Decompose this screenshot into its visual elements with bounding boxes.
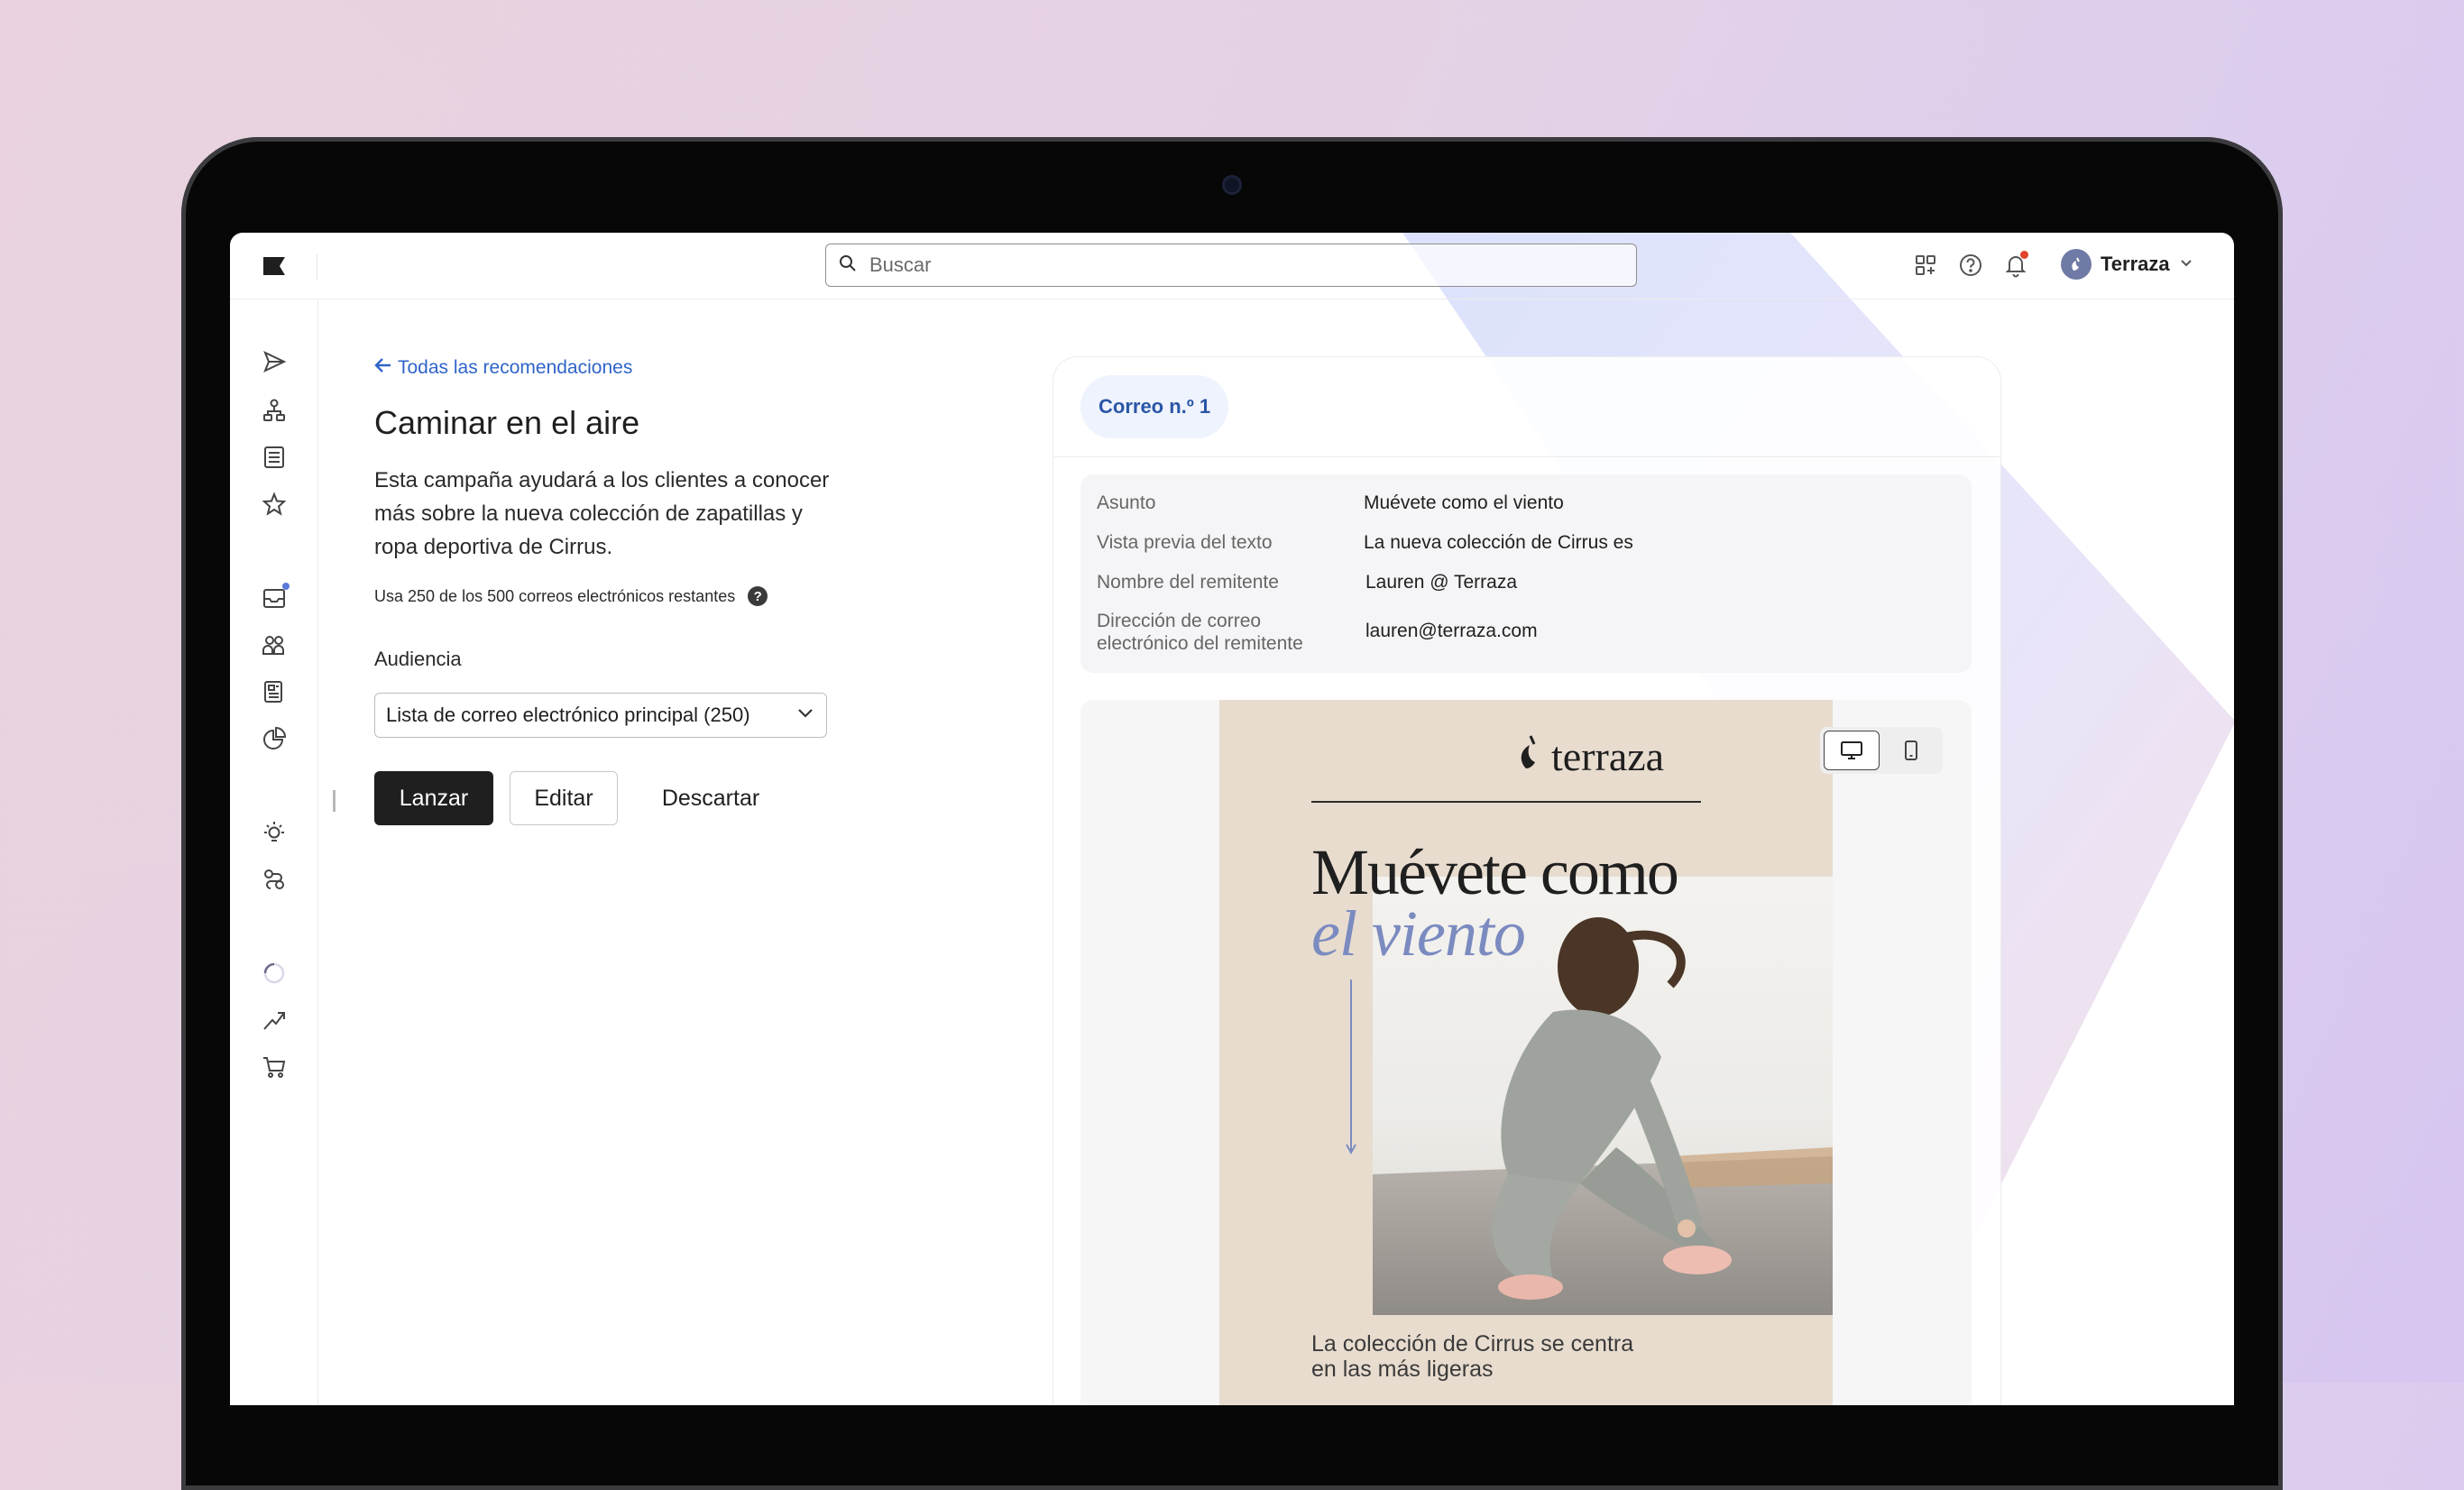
top-actions xyxy=(1911,251,2030,280)
launch-button[interactable]: Lanzar xyxy=(374,771,493,825)
arrow-left-icon xyxy=(374,357,392,379)
mobile-icon xyxy=(1905,740,1917,760)
audience-label: Audiencia xyxy=(374,648,462,670)
headline-line-2: el viento xyxy=(1311,897,1526,970)
chevron-down-icon xyxy=(2179,255,2193,274)
detail-value-preview: La nueva colección de Cirrus es xyxy=(1364,532,1633,553)
chevron-down-icon xyxy=(795,703,815,728)
top-bar: Terraza xyxy=(230,233,2234,299)
detail-label-sender-email: Dirección de correo electrónico del remi… xyxy=(1097,611,1303,654)
org-chart-icon[interactable] xyxy=(259,395,290,426)
notification-dot xyxy=(2020,251,2028,259)
cart-icon[interactable] xyxy=(259,1052,290,1082)
device-toggle xyxy=(1820,727,1943,774)
notification-dot xyxy=(282,583,290,590)
list-icon[interactable] xyxy=(259,442,290,473)
divider xyxy=(1053,456,2000,457)
detail-label-subject: Asunto xyxy=(1097,492,1156,513)
audience-selected-value: Lista de correo electrónico principal (2… xyxy=(386,704,750,726)
discard-button[interactable]: Descartar xyxy=(634,771,787,825)
email-canvas: terraza Muévete como el viento La colecc… xyxy=(1080,700,1972,1405)
help-icon[interactable]: ? xyxy=(748,586,768,606)
loading-icon xyxy=(259,958,290,989)
detail-label-sender-name: Nombre del remitente xyxy=(1097,572,1279,593)
content-icon[interactable] xyxy=(259,676,290,707)
people-icon[interactable] xyxy=(259,630,290,660)
bell-icon[interactable] xyxy=(2001,251,2030,280)
detail-value-subject: Muévete como el viento xyxy=(1364,492,1564,513)
brand-logo: terraza xyxy=(1517,732,1664,780)
search-bar[interactable] xyxy=(825,244,1637,287)
audience-select[interactable]: Lista de correo electrónico principal (2… xyxy=(374,693,827,738)
search-icon xyxy=(839,254,857,277)
usage-text: Usa 250 de los 500 correos electrónicos … xyxy=(374,586,736,605)
desktop-view-button[interactable] xyxy=(1824,731,1880,770)
inbox-icon[interactable] xyxy=(259,583,290,613)
back-link-label: Todas las recomendaciones xyxy=(398,357,633,378)
email-body-text: La colección de Cirrus se centra en las … xyxy=(1311,1331,1634,1382)
brand-name: terraza xyxy=(1551,733,1665,779)
mobile-view-button[interactable] xyxy=(1883,731,1939,770)
email-preview-panel: Correo n.º 1 Asunto Muévete como el vien… xyxy=(1053,356,2001,1405)
search-input[interactable] xyxy=(868,253,1611,278)
webcam xyxy=(1222,175,1242,195)
avatar xyxy=(2061,249,2092,280)
detail-label-preview: Vista previa del texto xyxy=(1097,532,1273,553)
star-icon[interactable] xyxy=(259,489,290,520)
account-menu[interactable]: Terraza xyxy=(2061,249,2193,280)
usage-info: Usa 250 de los 500 correos electrónicos … xyxy=(374,586,768,606)
help-icon[interactable] xyxy=(1956,251,1985,280)
pie-chart-icon[interactable] xyxy=(259,723,290,754)
flag-logo-icon[interactable] xyxy=(262,256,286,281)
back-link[interactable]: Todas las recomendaciones xyxy=(374,357,632,379)
edit-button[interactable]: Editar xyxy=(510,771,618,825)
divider xyxy=(1311,801,1701,803)
automation-icon[interactable] xyxy=(259,864,290,895)
app-window: Terraza xyxy=(230,233,2234,1405)
campaign-description: Esta campaña ayudará a los clientes a co… xyxy=(374,468,830,559)
apps-grid-icon[interactable] xyxy=(1911,251,1940,280)
sidebar xyxy=(230,299,318,1405)
collapse-handle[interactable] xyxy=(333,790,336,812)
email-details: Asunto Muévete como el viento Vista prev… xyxy=(1080,474,1972,673)
send-icon[interactable] xyxy=(259,346,290,377)
detail-value-sender-name: Lauren @ Terraza xyxy=(1365,572,1518,593)
trend-icon[interactable] xyxy=(259,1005,290,1035)
detail-value-sender-email: lauren@terraza.com xyxy=(1365,621,1538,641)
email-content: terraza Muévete como el viento La colecc… xyxy=(1219,700,1833,1405)
lightbulb-icon[interactable] xyxy=(259,817,290,848)
desktop-icon xyxy=(1841,741,1862,759)
leaf-logo-icon xyxy=(1517,732,1542,780)
arrow-down-icon xyxy=(1346,980,1356,1155)
tab-email-1[interactable]: Correo n.º 1 xyxy=(1080,375,1229,438)
page-title: Caminar en el aire xyxy=(374,404,640,441)
account-name: Terraza xyxy=(2101,253,2170,275)
